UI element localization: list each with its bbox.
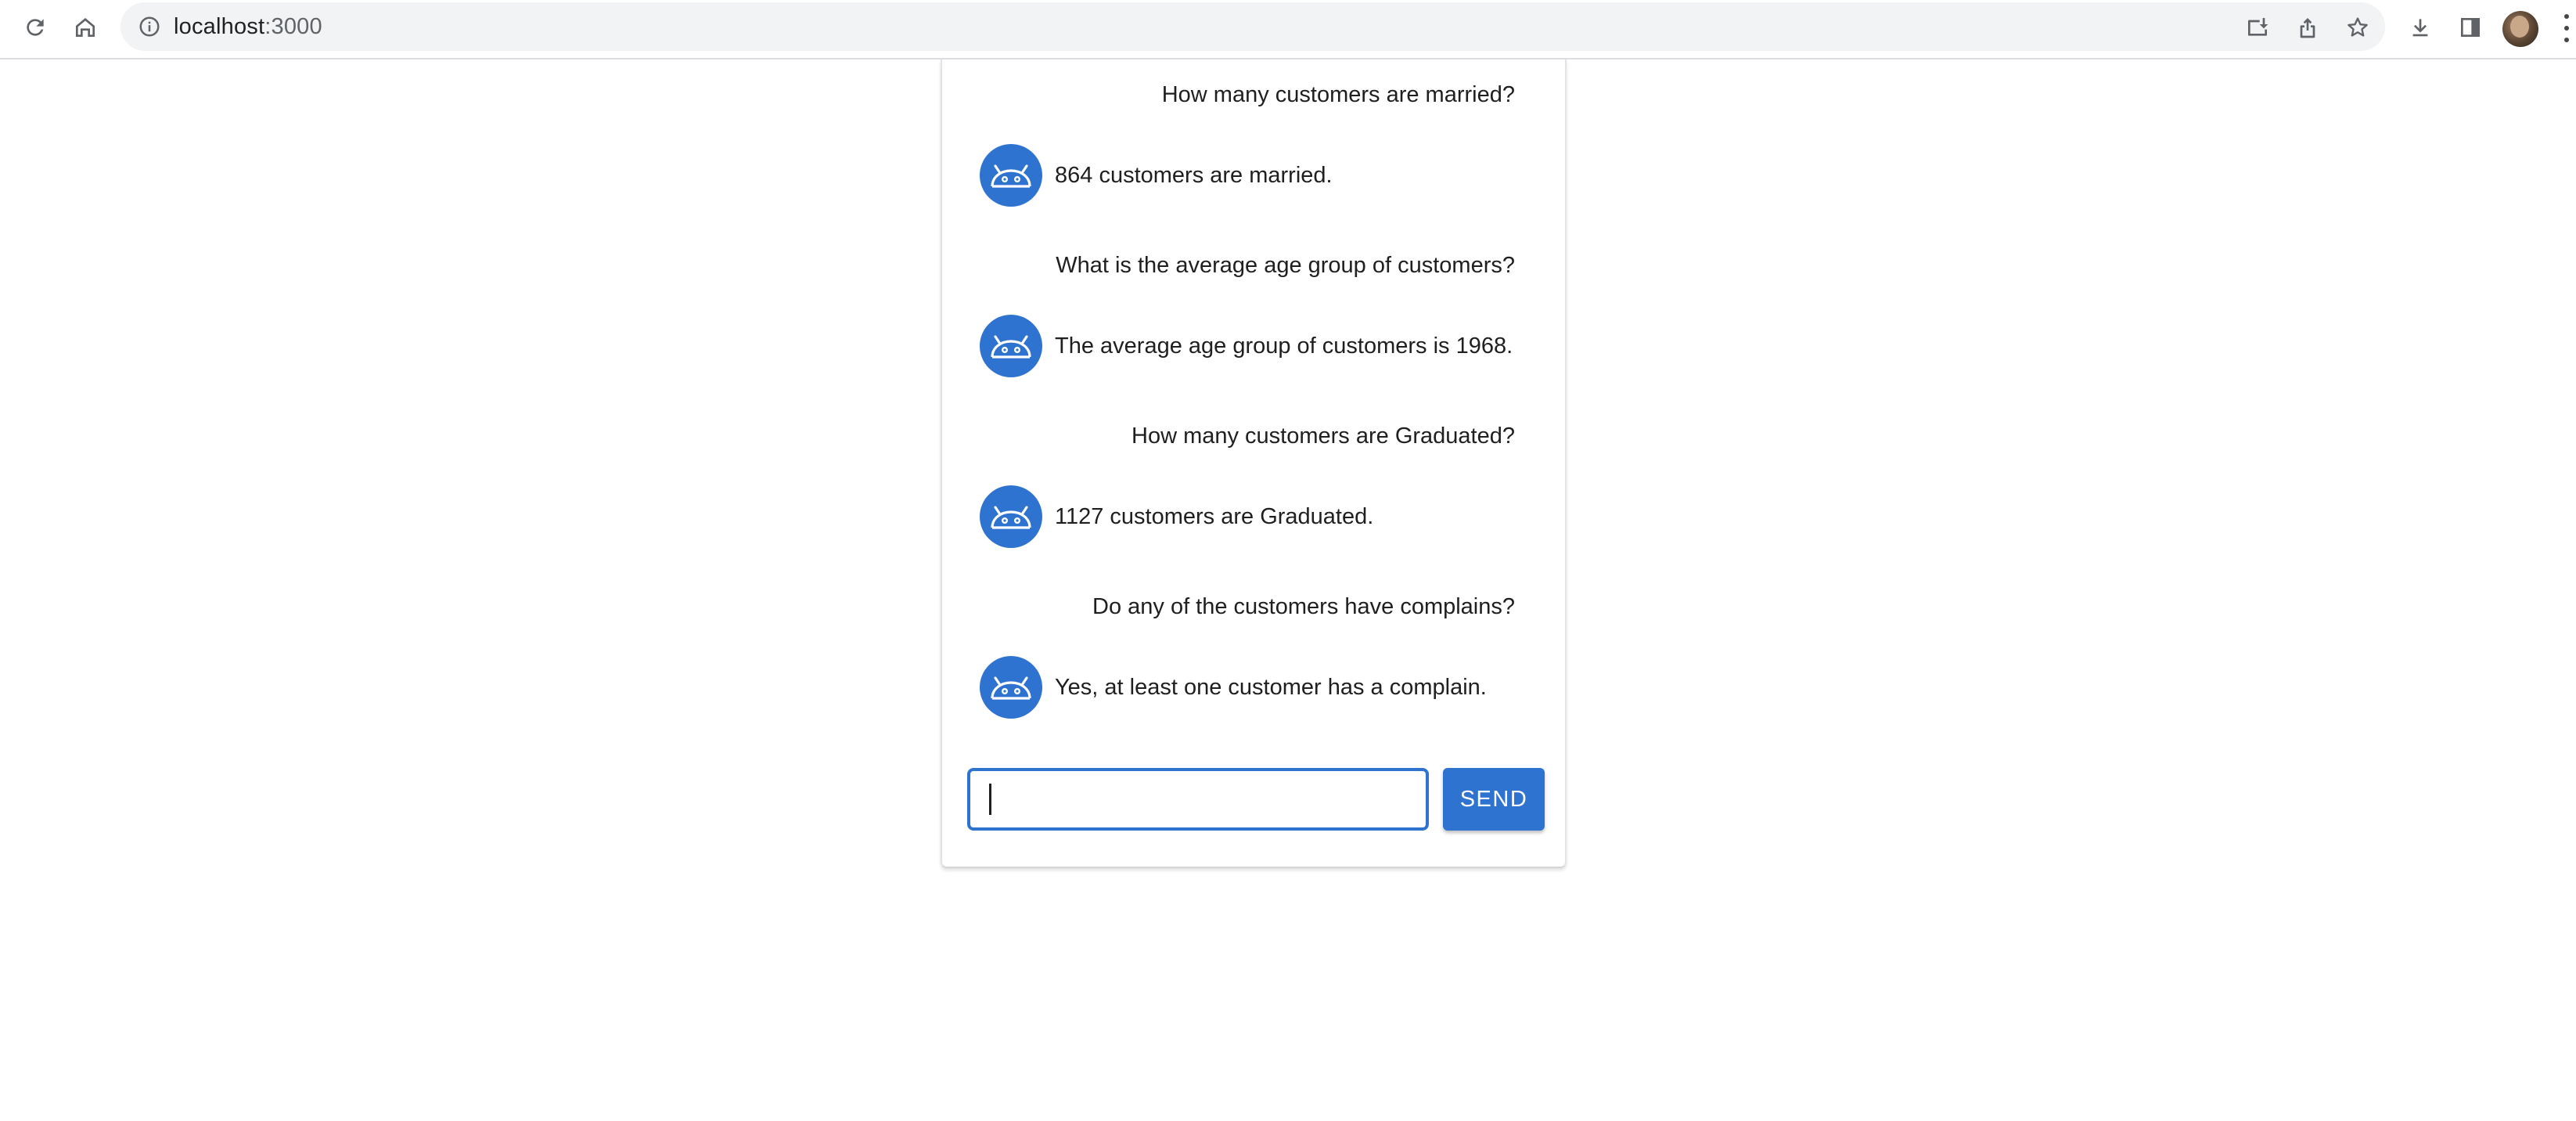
user-message: How many customers are married? [1161,82,1515,107]
browser-toolbar: localhost:3000 [0,0,2576,59]
address-bar[interactable]: localhost:3000 [121,2,2385,51]
menu-kebab-icon[interactable] [2563,14,2570,42]
bot-avatar-icon [980,144,1042,207]
user-message: What is the average age group of custome… [1056,253,1515,278]
user-message: How many customers are Graduated? [1131,424,1515,449]
site-info-icon[interactable] [136,13,163,40]
side-panel-icon[interactable] [2452,9,2488,45]
bot-message: 864 customers are married. [980,144,1333,207]
send-button[interactable]: SEND [1443,768,1545,831]
url-port: :3000 [264,13,322,39]
bot-message: The average age group of customers is 19… [980,315,1513,377]
install-app-icon[interactable] [2240,9,2276,45]
bot-message: 1127 customers are Graduated. [980,485,1373,548]
bot-message: Yes, at least one customer has a complai… [980,656,1487,719]
home-icon[interactable] [67,9,103,45]
bookmark-star-icon[interactable] [2340,9,2376,45]
url-text: localhost:3000 [174,14,322,40]
download-icon[interactable] [2402,9,2438,45]
bot-message-text: The average age group of customers is 19… [1055,333,1513,359]
share-icon[interactable] [2290,9,2326,45]
text-caret [989,784,991,815]
url-host: localhost [174,13,265,39]
bot-avatar-icon [980,656,1042,719]
chat-panel: How many customers are married? 864 cust… [941,59,1567,868]
bot-avatar-icon [980,485,1042,548]
bot-message-text: 864 customers are married. [1055,162,1333,188]
profile-avatar[interactable] [2502,11,2538,47]
message-input[interactable] [967,768,1429,831]
reload-icon[interactable] [17,9,53,45]
user-message: Do any of the customers have complains? [1092,594,1515,619]
bot-message-text: Yes, at least one customer has a complai… [1055,674,1487,700]
bot-message-text: 1127 customers are Graduated. [1055,503,1374,529]
bot-avatar-icon [980,315,1042,377]
